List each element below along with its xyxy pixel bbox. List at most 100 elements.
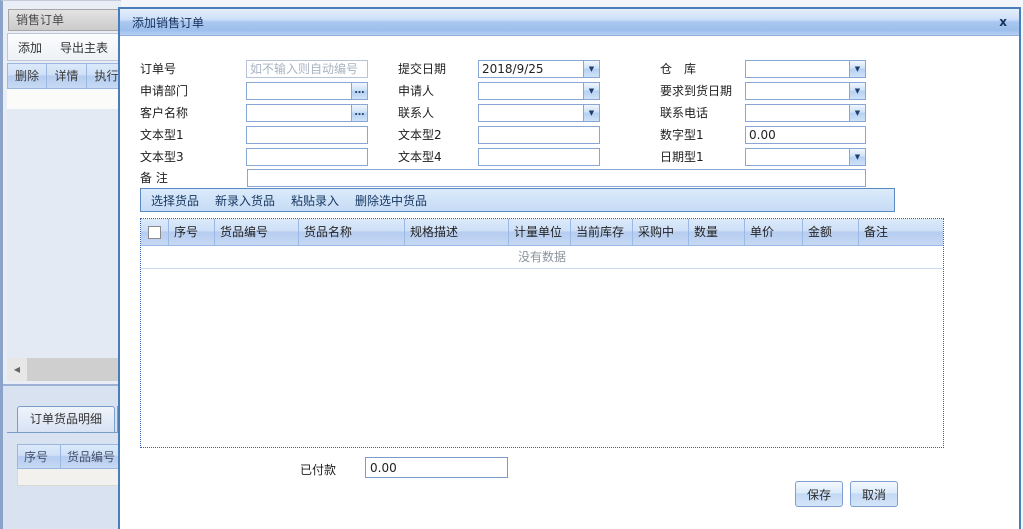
phone-input[interactable] xyxy=(746,105,849,121)
detail-col-goods-no[interactable]: 货品编号 xyxy=(61,444,121,469)
tab-strip-divider xyxy=(7,432,121,433)
required-date-input[interactable] xyxy=(746,83,849,99)
date1-label: 日期型1 xyxy=(660,148,704,166)
chevron-down-icon[interactable]: ▼ xyxy=(849,61,865,77)
col-detail[interactable]: 详情 xyxy=(47,63,87,89)
col-execute[interactable]: 执行 xyxy=(87,63,121,89)
dialog-body: 订单号 提交日期 ▼ 仓 库 ▼ 申请部门 … 申请人 xyxy=(120,36,1019,529)
order-no-input[interactable] xyxy=(247,61,367,77)
text2-field[interactable] xyxy=(478,126,600,144)
col-goods-name[interactable]: 货品名称 xyxy=(299,219,405,246)
text4-field[interactable] xyxy=(478,148,600,166)
remark-input[interactable] xyxy=(248,170,865,186)
applicant-input[interactable] xyxy=(479,83,583,99)
select-goods-button[interactable]: 选择货品 xyxy=(151,192,199,209)
text4-input[interactable] xyxy=(479,149,599,165)
select-all-checkbox[interactable] xyxy=(148,226,161,239)
apply-dept-input[interactable] xyxy=(247,83,351,99)
warehouse-input[interactable] xyxy=(746,61,849,77)
order-no-field[interactable] xyxy=(246,60,368,78)
phone-label: 联系电话 xyxy=(660,104,708,122)
panel-grid-body xyxy=(7,109,121,358)
tab-order-goods-detail[interactable]: 订单货品明细 xyxy=(17,406,115,432)
panel-toolbar: 添加 导出主表 xyxy=(7,33,121,61)
sales-order-panel: 销售订单 添加 导出主表 删除 详情 执行 ◀ 订单货品明细 序号 货品编号 xyxy=(0,0,121,529)
submit-date-input[interactable] xyxy=(479,61,583,77)
col-seq[interactable]: 序号 xyxy=(169,219,215,246)
col-amount[interactable]: 金额 xyxy=(803,219,859,246)
text4-label: 文本型4 xyxy=(398,148,442,166)
date1-input[interactable] xyxy=(746,149,849,165)
panel-grid-header: 删除 详情 执行 xyxy=(7,63,121,89)
detail-grid-empty-row xyxy=(17,469,121,486)
goods-toolbar: 选择货品 新录入货品 粘贴录入 删除选中货品 xyxy=(140,188,895,212)
customer-field[interactable]: … xyxy=(246,104,368,122)
submit-date-field[interactable]: ▼ xyxy=(478,60,600,78)
panel-title: 销售订单 xyxy=(8,9,121,31)
cancel-button[interactable]: 取消 xyxy=(850,481,898,507)
col-stock[interactable]: 当前库存 xyxy=(571,219,633,246)
text3-field[interactable] xyxy=(246,148,368,166)
text1-field[interactable] xyxy=(246,126,368,144)
date1-field[interactable]: ▼ xyxy=(745,148,866,166)
customer-input[interactable] xyxy=(247,105,351,121)
chevron-down-icon[interactable]: ▼ xyxy=(583,61,599,77)
customer-label: 客户名称 xyxy=(140,104,188,122)
text3-input[interactable] xyxy=(247,149,367,165)
delete-selected-goods-button[interactable]: 删除选中货品 xyxy=(355,192,427,209)
contact-label: 联系人 xyxy=(398,104,434,122)
scrollbar-track[interactable] xyxy=(27,358,121,381)
add-button[interactable]: 添加 xyxy=(18,39,42,56)
screen: 销售订单 添加 导出主表 删除 详情 执行 ◀ 订单货品明细 序号 货品编号 xyxy=(0,0,1023,529)
required-date-field[interactable]: ▼ xyxy=(745,82,866,100)
detail-col-seq[interactable]: 序号 xyxy=(17,444,61,469)
select-all-cell[interactable] xyxy=(141,219,169,246)
phone-field[interactable]: ▼ xyxy=(745,104,866,122)
col-unit[interactable]: 计量单位 xyxy=(509,219,571,246)
paid-label: 已付款 xyxy=(300,460,336,480)
text1-input[interactable] xyxy=(247,127,367,143)
text2-label: 文本型2 xyxy=(398,126,442,144)
text2-input[interactable] xyxy=(479,127,599,143)
grid-empty-message: 没有数据 xyxy=(141,246,943,269)
horizontal-scrollbar[interactable]: ◀ xyxy=(7,358,121,381)
chevron-down-icon[interactable]: ▼ xyxy=(583,105,599,121)
warehouse-field[interactable]: ▼ xyxy=(745,60,866,78)
col-qty[interactable]: 数量 xyxy=(689,219,745,246)
required-date-label: 要求到货日期 xyxy=(660,82,732,100)
scroll-left-arrow-icon[interactable]: ◀ xyxy=(7,358,27,381)
number1-field[interactable] xyxy=(745,126,866,144)
chevron-down-icon[interactable]: ▼ xyxy=(849,83,865,99)
save-button[interactable]: 保存 xyxy=(795,481,843,507)
col-price[interactable]: 单价 xyxy=(745,219,803,246)
col-purchasing[interactable]: 采购中 xyxy=(633,219,689,246)
chevron-down-icon[interactable]: ▼ xyxy=(849,105,865,121)
remark-label: 备 注 xyxy=(140,169,168,187)
paid-input[interactable] xyxy=(365,457,508,478)
panel-grid-empty-row xyxy=(7,89,121,109)
col-spec[interactable]: 规格描述 xyxy=(405,219,509,246)
contact-field[interactable]: ▼ xyxy=(478,104,600,122)
dialog-title: 添加销售订单 xyxy=(132,14,204,31)
number1-input[interactable] xyxy=(746,127,865,143)
col-delete[interactable]: 删除 xyxy=(7,63,47,89)
contact-input[interactable] xyxy=(479,105,583,121)
remark-field[interactable] xyxy=(247,169,866,187)
goods-grid-header: 序号 货品编号 货品名称 规格描述 计量单位 当前库存 采购中 数量 单价 金额… xyxy=(141,219,943,246)
apply-dept-field[interactable]: … xyxy=(246,82,368,100)
applicant-field[interactable]: ▼ xyxy=(478,82,600,100)
export-master-button[interactable]: 导出主表 xyxy=(60,39,108,56)
detail-panel: 订单货品明细 序号 货品编号 xyxy=(3,384,121,529)
col-goods-no[interactable]: 货品编号 xyxy=(215,219,299,246)
chevron-down-icon[interactable]: ▼ xyxy=(849,149,865,165)
ellipsis-browse-icon[interactable]: … xyxy=(351,105,367,121)
close-icon[interactable]: x xyxy=(999,15,1007,29)
dialog-titlebar: 添加销售订单 x xyxy=(120,9,1019,36)
warehouse-label: 仓 库 xyxy=(660,60,696,78)
goods-grid: 序号 货品编号 货品名称 规格描述 计量单位 当前库存 采购中 数量 单价 金额… xyxy=(140,218,944,448)
ellipsis-browse-icon[interactable]: … xyxy=(351,83,367,99)
col-remark[interactable]: 备注 xyxy=(859,219,943,246)
paste-entry-button[interactable]: 粘贴录入 xyxy=(291,192,339,209)
chevron-down-icon[interactable]: ▼ xyxy=(583,83,599,99)
new-entry-goods-button[interactable]: 新录入货品 xyxy=(215,192,275,209)
